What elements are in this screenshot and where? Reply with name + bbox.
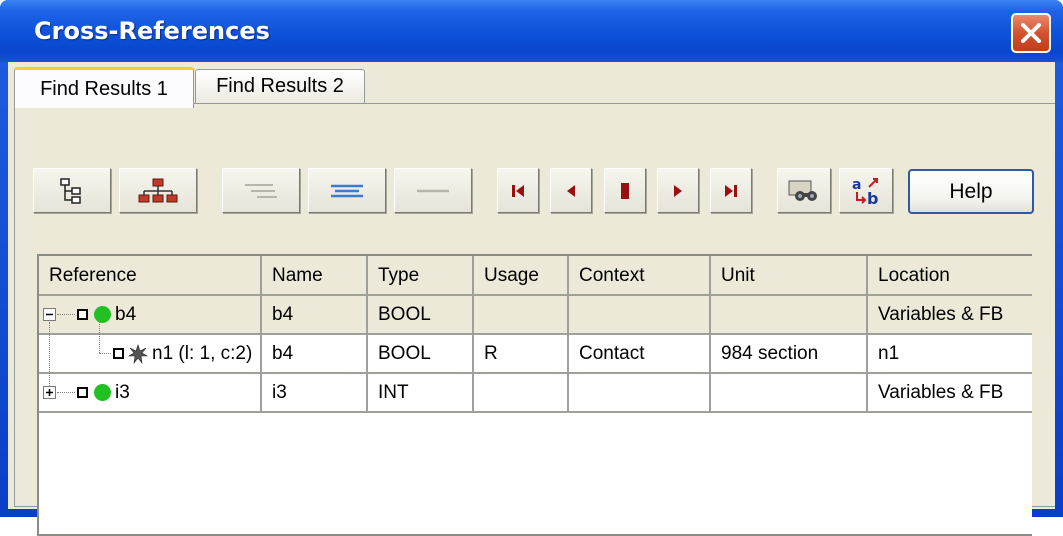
tree-connector <box>57 314 75 315</box>
close-icon <box>1021 23 1041 43</box>
next-button[interactable] <box>657 168 699 213</box>
name-cell: b4 <box>262 296 368 335</box>
usage-cell <box>474 296 569 335</box>
name-cell: b4 <box>262 335 368 374</box>
find-button[interactable] <box>777 168 831 213</box>
context-cell <box>569 374 711 413</box>
reference-cell[interactable]: n1 (l: 1, c:2) <box>39 322 262 386</box>
context-cell <box>569 296 711 335</box>
column-header-usage[interactable]: Usage <box>474 256 569 296</box>
hierarchy-icon <box>138 178 178 202</box>
title-bar[interactable]: Cross-References <box>0 0 1063 62</box>
variable-dot-icon <box>94 306 111 323</box>
minus-icon <box>46 313 53 316</box>
hierarchy-button[interactable] <box>119 168 197 213</box>
tree-connector <box>99 353 111 354</box>
tree-view-icon <box>60 177 81 204</box>
window-title: Cross-References <box>34 17 270 45</box>
replace-button[interactable]: a b <box>839 168 893 213</box>
variable-box-icon <box>77 309 88 320</box>
close-button[interactable] <box>1011 13 1051 53</box>
reference-label: n1 (l: 1, c:2) <box>152 343 253 364</box>
first-button[interactable] <box>497 168 539 213</box>
location-cell: Variables & FB <box>868 296 1032 335</box>
tree-connector <box>99 322 100 353</box>
reference-label: i3 <box>115 382 130 403</box>
next-icon <box>674 184 682 197</box>
flat-line-button <box>394 168 472 213</box>
previous-button[interactable] <box>550 168 592 213</box>
type-cell: BOOL <box>368 335 474 374</box>
svg-text:b: b <box>867 189 878 207</box>
context-cell: Contact <box>569 335 711 374</box>
flat-line-icon <box>417 189 449 192</box>
column-header-unit[interactable]: Unit <box>711 256 868 296</box>
first-icon <box>512 184 524 197</box>
last-button[interactable] <box>710 168 752 213</box>
expand-lines-button <box>222 168 300 213</box>
contact-star-icon <box>128 344 148 364</box>
tab-find-results-2[interactable]: Find Results 2 <box>195 69 365 103</box>
client-area: Find Results 1 Find Results 2 a b Help R… <box>8 62 1055 536</box>
binoculars-icon <box>788 180 817 201</box>
tab-panel: a b Help Reference Name Type Usage Conte… <box>14 103 1055 536</box>
column-header-context[interactable]: Context <box>569 256 711 296</box>
replace-ab-icon: a b <box>852 177 878 207</box>
tab-find-results-1[interactable]: Find Results 1 <box>14 67 194 108</box>
usage-cell: R <box>474 335 569 374</box>
type-cell: BOOL <box>368 296 474 335</box>
variable-box-icon <box>77 387 88 398</box>
name-cell: i3 <box>262 374 368 413</box>
stop-button[interactable] <box>604 168 646 213</box>
svg-text:a: a <box>852 177 861 193</box>
column-header-reference[interactable]: Reference <box>39 256 262 296</box>
usage-cell <box>474 374 569 413</box>
expand-lines-icon <box>245 183 277 198</box>
cross-references-window: Cross-References Find Results 1 Find Res… <box>0 0 1063 536</box>
column-header-name[interactable]: Name <box>262 256 368 296</box>
results-table[interactable]: Reference Name Type Usage Context Unit L… <box>37 254 1032 536</box>
column-header-location[interactable]: Location <box>868 256 1032 296</box>
unit-cell <box>711 296 868 335</box>
collapse-lines-icon <box>331 184 363 197</box>
column-header-type[interactable]: Type <box>368 256 474 296</box>
reference-cell[interactable]: b4 <box>39 296 262 335</box>
variable-dot-icon <box>94 384 111 401</box>
stop-icon <box>621 182 629 199</box>
reference-box-icon <box>113 348 124 359</box>
location-cell: Variables & FB <box>868 374 1032 413</box>
tree-connector <box>57 392 75 393</box>
previous-icon <box>567 184 575 197</box>
tree-view-button[interactable] <box>33 168 111 213</box>
unit-cell: 984 section <box>711 335 868 374</box>
plus-icon <box>46 389 53 396</box>
last-icon <box>725 184 737 197</box>
help-button[interactable]: Help <box>908 169 1034 214</box>
expand-toggle[interactable] <box>43 386 56 399</box>
reference-label: b4 <box>115 304 137 325</box>
collapse-toggle[interactable] <box>43 308 56 321</box>
type-cell: INT <box>368 374 474 413</box>
location-cell: n1 <box>868 335 1032 374</box>
collapse-lines-button[interactable] <box>308 168 386 213</box>
reference-cell[interactable]: i3 <box>39 374 262 413</box>
unit-cell <box>711 374 868 413</box>
